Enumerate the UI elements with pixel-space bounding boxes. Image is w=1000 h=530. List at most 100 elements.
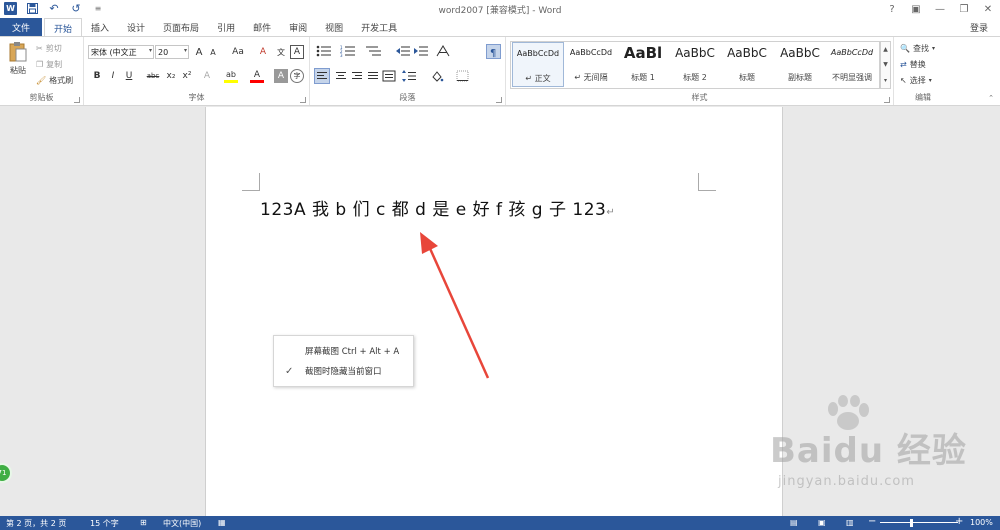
font-name-combo[interactable]: 宋体 (中文正 ▾ bbox=[88, 45, 154, 59]
show-marks-button[interactable]: ¶ bbox=[486, 44, 501, 59]
help-icon[interactable]: ? bbox=[880, 0, 904, 18]
bold-button[interactable]: B bbox=[90, 69, 104, 83]
login-link[interactable]: 登录 bbox=[970, 21, 988, 34]
scissors-icon: ✂ bbox=[36, 44, 43, 53]
proofing-icon[interactable]: ⊞ bbox=[140, 518, 147, 527]
tab-design[interactable]: 设计 bbox=[118, 18, 154, 36]
minimize-icon[interactable]: — bbox=[928, 0, 952, 18]
margin-corner-top-left bbox=[242, 173, 260, 191]
line-spacing-icon[interactable] bbox=[402, 70, 416, 82]
pilcrow-icon: ¶ bbox=[490, 48, 496, 59]
paste-button[interactable]: 粘贴 bbox=[7, 41, 29, 81]
zoom-in-button[interactable]: + bbox=[955, 516, 963, 527]
menu-item-label: 屏幕截图 Ctrl + Alt + A bbox=[305, 347, 400, 357]
menu-item-label: 截图时隐藏当前窗口 bbox=[305, 367, 382, 377]
replace-button[interactable]: ⇄ 替换 bbox=[900, 59, 926, 70]
close-icon[interactable]: ✕ bbox=[976, 0, 1000, 18]
menu-item-hide-window[interactable]: ✓ 截图时隐藏当前窗口 bbox=[274, 361, 415, 381]
restore-icon[interactable]: ❐ bbox=[952, 0, 976, 18]
chinese-layout-icon[interactable] bbox=[436, 45, 450, 57]
text-effects-button[interactable]: A bbox=[200, 69, 214, 83]
watermark-url: jingyan.baidu.com bbox=[778, 474, 915, 489]
align-left-button[interactable] bbox=[314, 68, 330, 84]
print-layout-icon[interactable]: ▣ bbox=[818, 518, 826, 527]
chevron-down-icon: ▾ bbox=[183, 47, 187, 54]
styles-launcher-icon[interactable] bbox=[884, 97, 890, 103]
superscript-button[interactable]: x² bbox=[180, 69, 194, 83]
tab-file[interactable]: 文件 bbox=[0, 18, 42, 36]
web-layout-icon[interactable]: ▥ bbox=[846, 518, 854, 527]
font-size-combo[interactable]: 20 ▾ bbox=[155, 45, 189, 59]
strikethrough-button[interactable]: abc bbox=[144, 69, 162, 83]
distributed-icon[interactable] bbox=[382, 70, 396, 82]
enclose-char-button[interactable]: 字 bbox=[290, 69, 304, 83]
select-button[interactable]: ↖ 选择 ▾ bbox=[900, 75, 932, 86]
highlight-button[interactable]: ab bbox=[224, 69, 238, 83]
chevron-down-icon: ▾ bbox=[148, 47, 152, 54]
cut-label: 剪切 bbox=[45, 44, 62, 53]
decrease-indent-icon[interactable] bbox=[396, 45, 410, 57]
paste-icon bbox=[9, 42, 27, 62]
read-mode-icon[interactable]: ▤ bbox=[790, 518, 798, 527]
clipboard-group-label: 剪贴板 bbox=[29, 93, 54, 102]
numbering-icon[interactable]: 123 bbox=[340, 45, 356, 57]
macro-record-icon[interactable]: ▦ bbox=[218, 518, 226, 527]
window-title: word2007 [兼容模式] - Word bbox=[438, 6, 562, 16]
tab-home[interactable]: 开始 bbox=[44, 18, 83, 37]
ribbon: 粘贴 ✂ 剪切 ❐ 复制 🖌 格式刷 剪贴板 宋体 (中文正 ▾ 20 ▾ A A Aa … bbox=[0, 36, 1000, 106]
clear-format-button[interactable]: A bbox=[256, 45, 270, 59]
find-button[interactable]: 🔍 查找 ▾ bbox=[900, 43, 935, 54]
ribbon-display-icon[interactable]: ▣ bbox=[904, 0, 928, 18]
notification-badge[interactable]: 71 bbox=[0, 463, 12, 483]
clipboard-launcher-icon[interactable] bbox=[74, 97, 80, 103]
phonetic-guide-button[interactable]: 文 bbox=[274, 45, 288, 59]
grow-font-button[interactable]: A bbox=[192, 45, 206, 59]
language-status[interactable]: 中文(中国) bbox=[163, 518, 201, 529]
cut-button[interactable]: ✂ 剪切 bbox=[36, 43, 62, 54]
font-group: 宋体 (中文正 ▾ 20 ▾ A A Aa A 文 A B I U abc x₂ x… bbox=[84, 37, 310, 105]
paragraph-launcher-icon[interactable] bbox=[496, 97, 502, 103]
check-icon: ✓ bbox=[285, 365, 294, 377]
tab-mailings[interactable]: 邮件 bbox=[244, 18, 280, 36]
change-case-button[interactable]: Aa bbox=[228, 45, 248, 59]
tab-developer[interactable]: 开发工具 bbox=[352, 18, 406, 36]
tab-view[interactable]: 视图 bbox=[316, 18, 352, 36]
tab-insert[interactable]: 插入 bbox=[82, 18, 118, 36]
tab-references[interactable]: 引用 bbox=[208, 18, 244, 36]
font-launcher-icon[interactable] bbox=[300, 97, 306, 103]
paragraph-group-label: 段落 bbox=[399, 93, 416, 102]
menu-item-screenshot[interactable]: 屏幕截图 Ctrl + Alt + A bbox=[274, 341, 415, 361]
word-count[interactable]: 15 个字 bbox=[90, 518, 119, 529]
justify-icon[interactable] bbox=[366, 70, 380, 82]
zoom-slider-thumb[interactable] bbox=[910, 519, 913, 527]
shading-icon[interactable] bbox=[430, 70, 444, 82]
format-painter-label: 格式刷 bbox=[49, 76, 74, 85]
shrink-font-button[interactable]: A bbox=[206, 45, 220, 59]
font-color-button[interactable]: A bbox=[250, 69, 264, 83]
multilevel-list-icon[interactable] bbox=[366, 45, 382, 57]
italic-button[interactable]: I bbox=[106, 69, 120, 83]
zoom-slider[interactable] bbox=[880, 522, 958, 523]
char-border-button[interactable]: A bbox=[290, 45, 304, 59]
borders-icon[interactable] bbox=[456, 70, 470, 82]
editing-group: 🔍 查找 ▾ ⇄ 替换 ↖ 选择 ▾ 编辑 bbox=[894, 37, 952, 105]
underline-button[interactable]: U bbox=[122, 69, 136, 83]
align-right-icon[interactable] bbox=[350, 70, 364, 82]
bullets-icon[interactable] bbox=[316, 45, 332, 57]
copy-button[interactable]: ❐ 复制 bbox=[36, 59, 62, 70]
increase-indent-icon[interactable] bbox=[414, 45, 428, 57]
char-shading-button[interactable]: A bbox=[274, 69, 288, 83]
tab-page-layout[interactable]: 页面布局 bbox=[154, 18, 208, 36]
align-center-icon[interactable] bbox=[334, 70, 348, 82]
page-count[interactable]: 第 2 页，共 2 页 bbox=[6, 518, 66, 529]
format-painter-button[interactable]: 🖌 格式刷 bbox=[36, 75, 73, 86]
tab-review[interactable]: 审阅 bbox=[280, 18, 316, 36]
zoom-out-button[interactable]: − bbox=[868, 516, 876, 527]
font-size-value: 20 bbox=[158, 47, 169, 57]
title-bar: W ↶ ↺ ≡ word2007 [兼容模式] - Word ? ▣ — ❐ ✕ bbox=[0, 0, 1000, 18]
document-page[interactable]: 123A 我 b 们 c 都 d 是 e 好 f 孩 g 子 123↵ bbox=[205, 107, 783, 516]
subscript-button[interactable]: x₂ bbox=[164, 69, 178, 83]
zoom-level[interactable]: 100% bbox=[970, 518, 993, 527]
document-text-line[interactable]: 123A 我 b 们 c 都 d 是 e 好 f 孩 g 子 123↵ bbox=[260, 195, 615, 220]
collapse-ribbon-icon[interactable]: ⌃ bbox=[988, 94, 994, 102]
